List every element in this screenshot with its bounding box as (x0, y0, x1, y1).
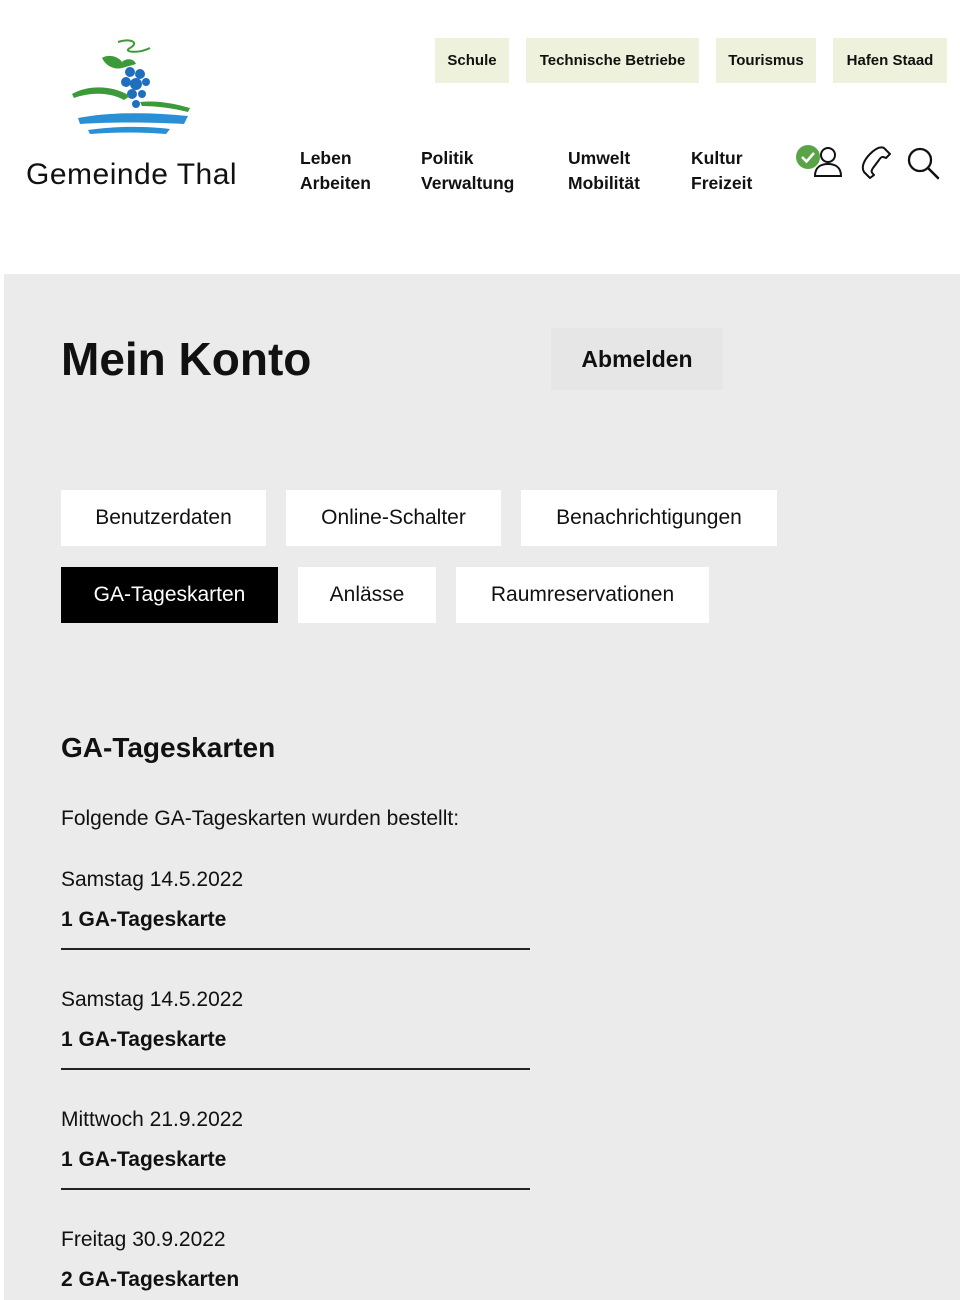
municipality-logo-icon (72, 39, 190, 134)
quick-link-tourismus[interactable]: Tourismus (716, 38, 816, 83)
tab-online-schalter[interactable]: Online-Schalter (286, 490, 501, 546)
tab-raumreservationen[interactable]: Raumreservationen (456, 567, 709, 623)
nav-kultur-freizeit[interactable]: Kultur Freizeit (691, 146, 752, 196)
order-count: 2 GA-Tageskarten (61, 1268, 240, 1291)
divider (61, 1188, 530, 1190)
order-count: 1 GA-Tageskarte (61, 1148, 227, 1171)
page-title: Mein Konto (61, 333, 312, 385)
phone-icon[interactable] (860, 145, 892, 184)
nav-label-line2: Arbeiten (300, 173, 371, 193)
order-count: 1 GA-Tageskarte (61, 908, 227, 931)
order-date: Mittwoch 21.9.2022 (61, 1108, 244, 1131)
nav-label-line1: Leben (300, 148, 352, 168)
nav-politik-verwaltung[interactable]: Politik Verwaltung (421, 146, 514, 196)
order-date: Samstag 14.5.2022 (61, 868, 244, 891)
order-date: Freitag 30.9.2022 (61, 1228, 226, 1251)
nav-label-line2: Verwaltung (421, 173, 515, 193)
nav-leben-arbeiten[interactable]: Leben Arbeiten (300, 146, 371, 196)
divider (61, 948, 530, 950)
section-intro: Folgende GA-Tageskarten wurden bestellt: (61, 807, 460, 830)
quick-link-technische-betriebe[interactable]: Technische Betriebe (526, 38, 699, 83)
quick-link-schule[interactable]: Schule (435, 38, 509, 83)
account-content: Mein Konto Abmelden Benutzerdaten Online… (4, 274, 960, 1300)
tab-ga-tageskarten[interactable]: GA-Tageskarten (61, 567, 278, 623)
search-icon[interactable] (906, 146, 940, 185)
order-count: 1 GA-Tageskarte (61, 1028, 227, 1051)
nav-label-line1: Umwelt (568, 148, 631, 168)
nav-label-line2: Mobilität (568, 173, 640, 193)
order-list-item: Freitag 30.9.2022 2 GA-Tageskarten (61, 1228, 530, 1300)
logout-button[interactable]: Abmelden (551, 328, 723, 390)
divider (61, 1068, 530, 1070)
order-date: Samstag 14.5.2022 (61, 988, 244, 1011)
user-logged-in-icon[interactable] (796, 144, 843, 185)
order-list-item: Samstag 14.5.2022 1 GA-Tageskarte (61, 988, 530, 1108)
section-heading: GA-Tageskarten (61, 732, 276, 763)
nav-umwelt-mobilitaet[interactable]: Umwelt Mobilität (568, 146, 640, 196)
nav-label-line1: Politik (421, 148, 474, 168)
nav-label-line2: Freizeit (691, 173, 753, 193)
site-header: Gemeinde Thal Schule Technische Betriebe… (0, 0, 960, 274)
order-list-item: Mittwoch 21.9.2022 1 GA-Tageskarte (61, 1108, 530, 1228)
tab-benachrichtigungen[interactable]: Benachrichtigungen (521, 490, 777, 546)
home-logo-link[interactable]: Gemeinde Thal (24, 36, 244, 196)
tab-benutzerdaten[interactable]: Benutzerdaten (61, 490, 266, 546)
tab-anlaesse[interactable]: Anlässe (298, 567, 436, 623)
quick-link-hafen-staad[interactable]: Hafen Staad (833, 38, 947, 83)
order-list-item: Samstag 14.5.2022 1 GA-Tageskarte (61, 868, 530, 988)
nav-label-line1: Kultur (691, 148, 743, 168)
site-name: Gemeinde Thal (26, 158, 238, 191)
